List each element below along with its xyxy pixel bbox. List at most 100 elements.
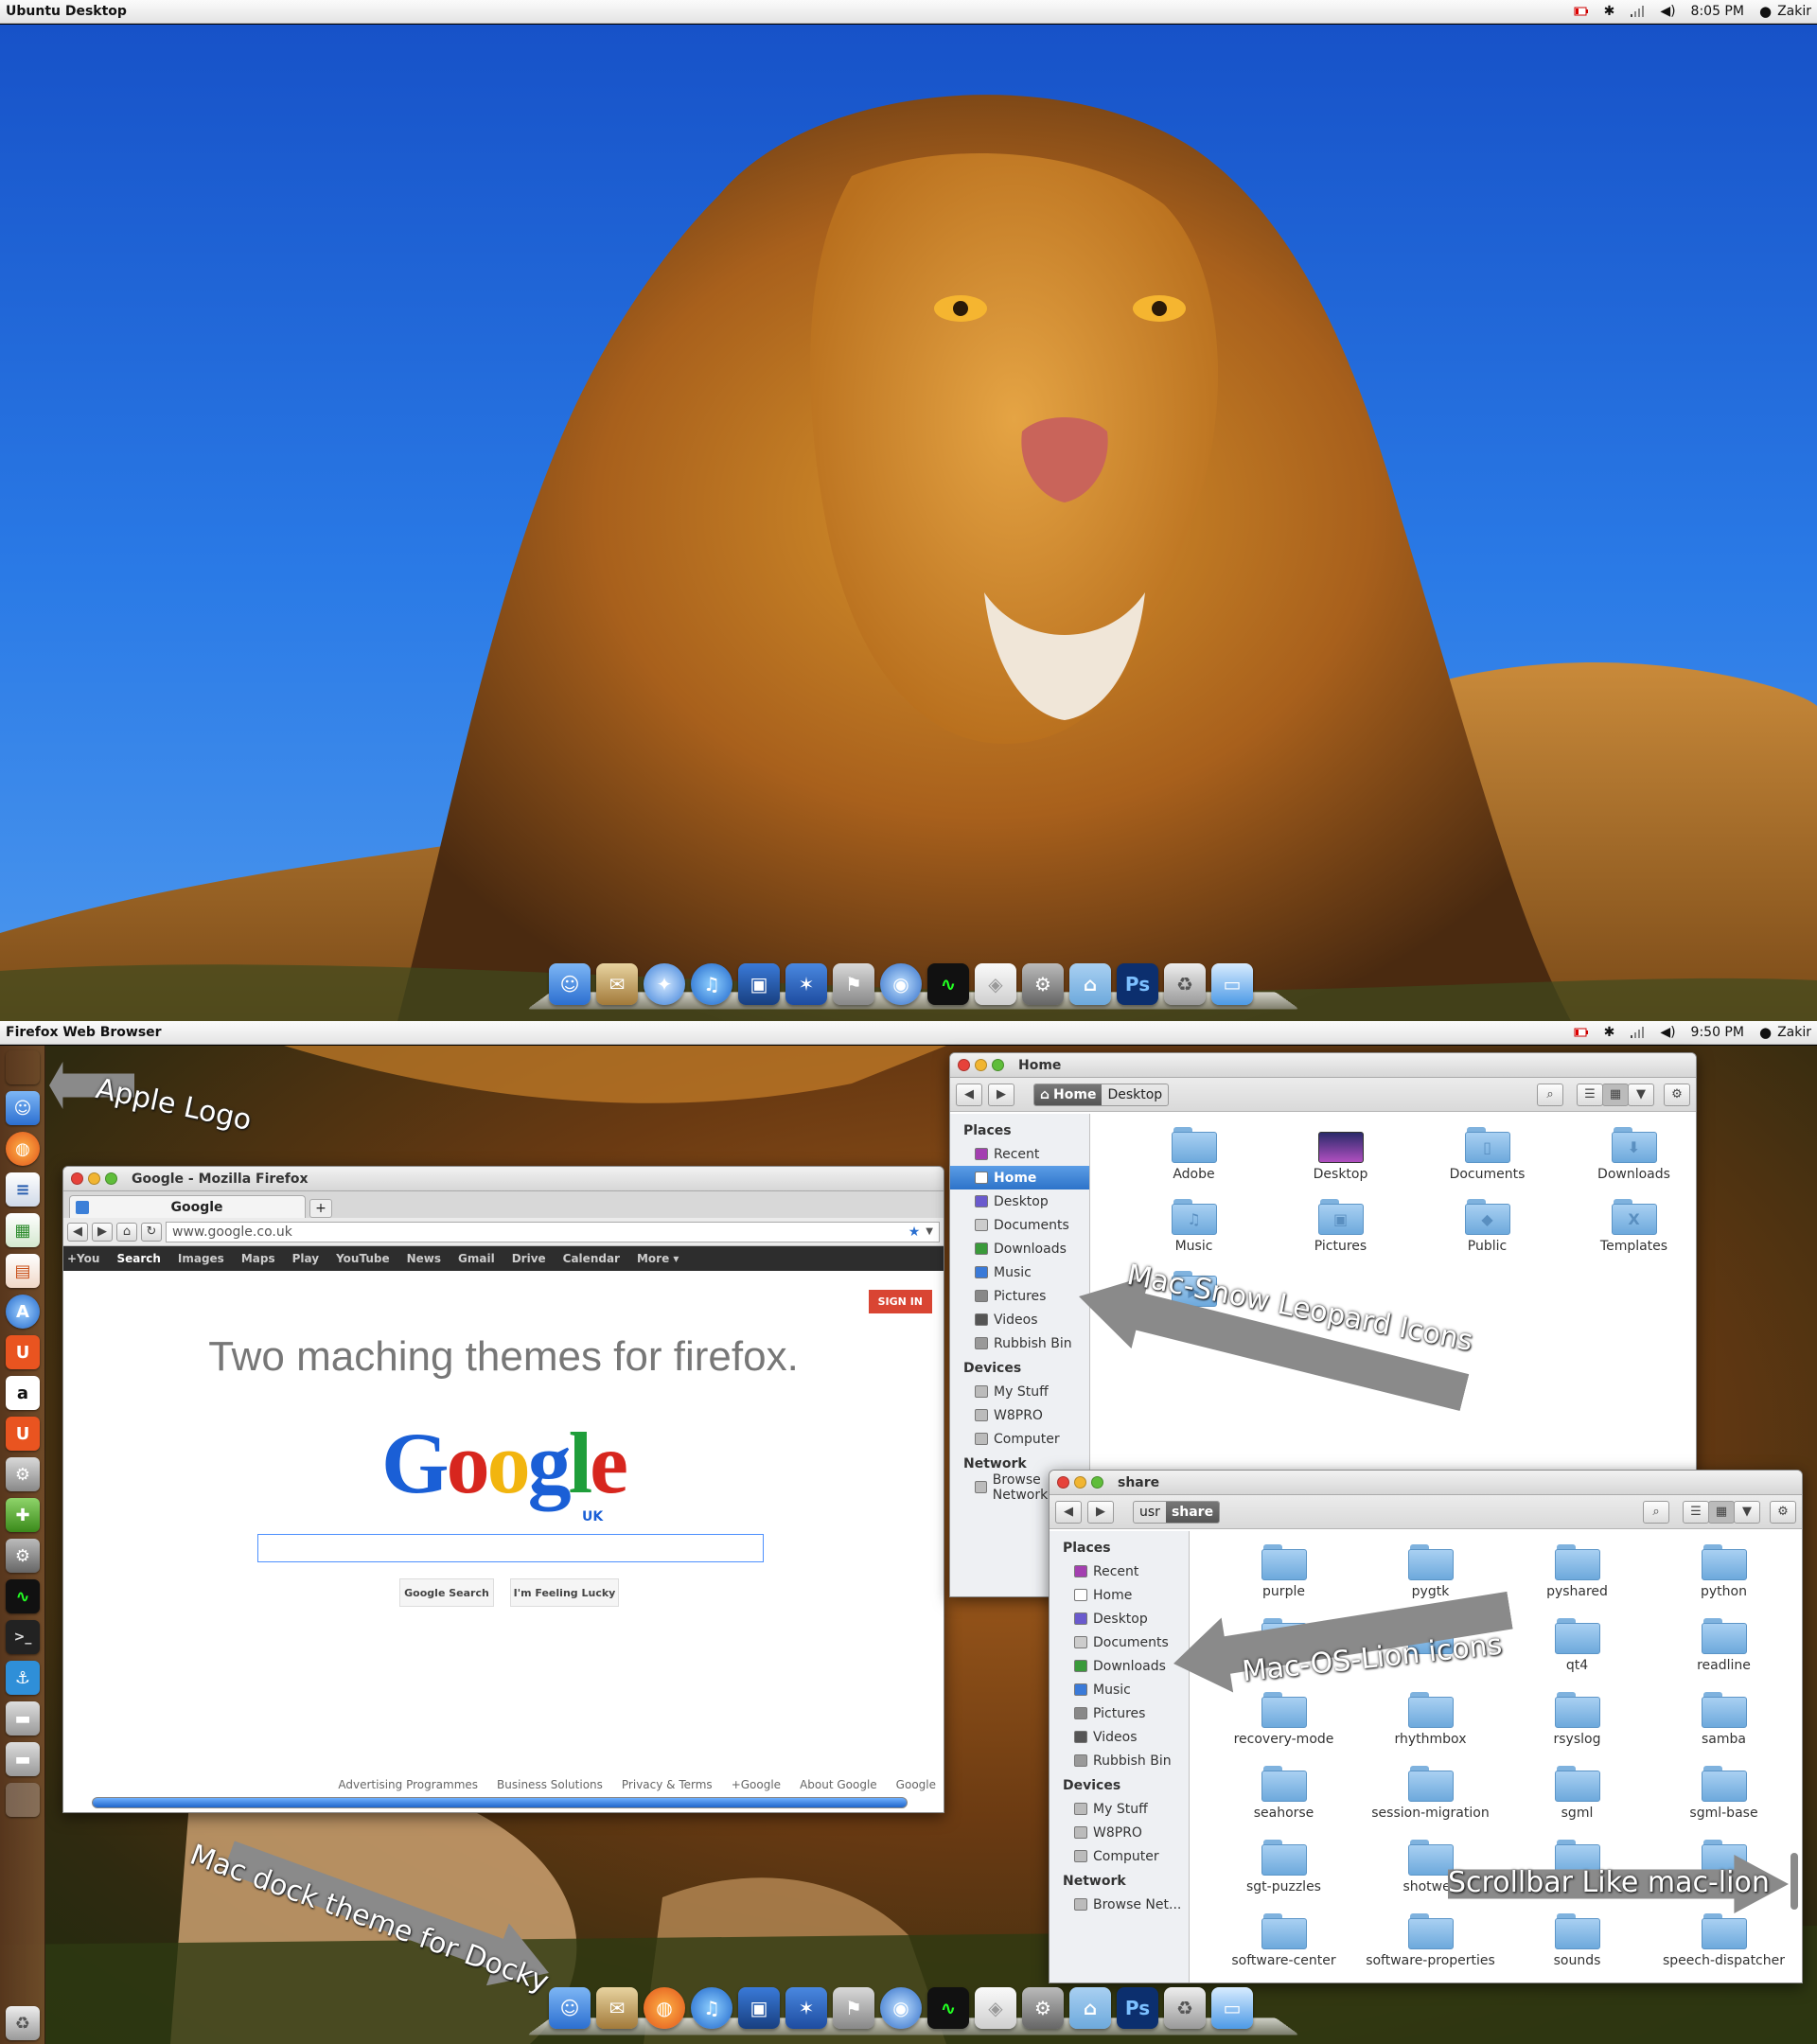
file-item[interactable]: sgt-puzzles	[1210, 1840, 1357, 1894]
activity-monitor-icon[interactable]: ∿	[927, 1987, 969, 2029]
file-item[interactable]: ▯ Documents	[1414, 1127, 1561, 1182]
forward-button[interactable]: ▶	[988, 1083, 1014, 1106]
finder-launcher-icon[interactable]: ☺	[6, 1091, 40, 1125]
sidebar-item[interactable]: Music	[950, 1260, 1089, 1284]
settings-launcher-icon[interactable]: ⚙	[6, 1457, 40, 1491]
chat-icon[interactable]: ◉	[880, 1987, 922, 2029]
footer-link[interactable]: Advertising Programmes	[338, 1778, 478, 1791]
file-item[interactable]: ⬇ Downloads	[1561, 1127, 1696, 1182]
sidebar-item[interactable]: Recent	[1050, 1559, 1189, 1583]
horizontal-scrollbar[interactable]	[92, 1797, 908, 1808]
sidebar-item[interactable]: W8PRO	[950, 1403, 1089, 1427]
workspace-launcher-icon[interactable]	[6, 1783, 40, 1817]
file-item[interactable]: sgml	[1504, 1766, 1650, 1821]
reload-button[interactable]: ↻	[141, 1222, 162, 1242]
file-item[interactable]: recovery-mode	[1210, 1692, 1357, 1747]
sidebar-item[interactable]: My Stuff	[1050, 1797, 1189, 1821]
bookmark-star-icon[interactable]: ★	[908, 1225, 921, 1240]
itunes-icon[interactable]: ♫	[691, 963, 732, 1005]
close-button[interactable]	[1057, 1476, 1069, 1489]
firefox-launcher-icon[interactable]: ◍	[6, 1132, 40, 1166]
panel-clock[interactable]: 8:05 PM	[1691, 4, 1744, 19]
icon-view-button[interactable]: ▦	[1708, 1500, 1735, 1524]
sidebar-item[interactable]: Downloads	[1050, 1654, 1189, 1678]
preview-icon[interactable]: ⚑	[833, 963, 874, 1005]
sidebar-item[interactable]: Downloads	[950, 1237, 1089, 1260]
file-item[interactable]: pygtk	[1357, 1544, 1504, 1599]
google-nav-link[interactable]: Images	[178, 1252, 224, 1265]
amazon-launcher-icon[interactable]: a	[6, 1376, 40, 1410]
maximize-button[interactable]	[105, 1172, 117, 1185]
icon-view-button[interactable]: ▦	[1602, 1083, 1629, 1106]
sidebar-item[interactable]: Videos	[950, 1308, 1089, 1331]
imovie-icon[interactable]: ✶	[785, 1987, 827, 2029]
apple-menu-icon[interactable]: ●	[1759, 1024, 1772, 1041]
sidebar-item[interactable]: Documents	[950, 1213, 1089, 1237]
sidebar-item[interactable]: Documents	[1050, 1630, 1189, 1654]
list-view-button[interactable]: ☰	[1577, 1083, 1603, 1106]
gear-button[interactable]: ⚙	[1770, 1500, 1796, 1524]
file-item[interactable]: ▣ Pictures	[1267, 1199, 1414, 1254]
sidebar-item[interactable]: Home	[1050, 1583, 1189, 1607]
file-item[interactable]: speech-dispatcher	[1650, 1913, 1797, 1968]
bluetooth-icon[interactable]: ✱	[1604, 4, 1615, 19]
stack-icon[interactable]: ▭	[1211, 1987, 1253, 2029]
trash-launcher-icon[interactable]: ♻	[6, 2006, 40, 2040]
battery-icon[interactable]	[1574, 1028, 1589, 1037]
mail-icon[interactable]: ✉	[596, 963, 638, 1005]
file-item[interactable]: rhythmbox	[1357, 1692, 1504, 1747]
google-nav-link[interactable]: News	[407, 1252, 441, 1265]
sidebar-item[interactable]: Computer	[1050, 1844, 1189, 1868]
back-button[interactable]: ◀	[1055, 1500, 1082, 1524]
sidebar-item[interactable]: Rubbish Bin	[950, 1331, 1089, 1355]
calc-launcher-icon[interactable]: ▦	[6, 1213, 40, 1247]
volume-icon[interactable]: ◀)	[1660, 1025, 1675, 1040]
writer-launcher-icon[interactable]: ≡	[6, 1172, 40, 1207]
footer-link[interactable]: Business Solutions	[497, 1778, 603, 1791]
file-item[interactable]: seahorse	[1210, 1766, 1357, 1821]
close-button[interactable]	[958, 1059, 970, 1071]
app-store-launcher-icon[interactable]: A	[6, 1295, 40, 1329]
panel-clock-bottom[interactable]: 9:50 PM	[1691, 1025, 1744, 1040]
imovie-icon[interactable]: ✶	[785, 963, 827, 1005]
photos-icon[interactable]: ▣	[738, 963, 780, 1005]
crumb-desktop[interactable]: Desktop	[1102, 1084, 1168, 1105]
file-item[interactable]: samba	[1650, 1692, 1797, 1747]
google-nav-link[interactable]: Search	[116, 1252, 160, 1265]
activity-monitor-icon[interactable]: ∿	[927, 963, 969, 1005]
file-item[interactable]: software-properties	[1357, 1913, 1504, 1968]
google-nav-link[interactable]: Play	[292, 1252, 319, 1265]
file-item[interactable]: ◆ Public	[1414, 1199, 1561, 1254]
crumb-share[interactable]: share	[1165, 1501, 1220, 1523]
forward-button[interactable]: ▶	[1087, 1500, 1114, 1524]
trash-icon[interactable]: ♻	[1164, 1987, 1206, 2029]
footer-link[interactable]: Privacy & Terms	[622, 1778, 713, 1791]
ubuntu-one-music-launcher-icon[interactable]: U	[6, 1417, 40, 1451]
finder-icon[interactable]: ☺	[549, 1987, 591, 2029]
volume-icon[interactable]: ◀)	[1660, 4, 1675, 19]
google-nav-link[interactable]: YouTube	[336, 1252, 390, 1265]
footer-link[interactable]: Google	[896, 1778, 936, 1791]
google-nav-link[interactable]: Maps	[241, 1252, 275, 1265]
url-dropdown-icon[interactable]: ▼	[926, 1226, 933, 1237]
mail-icon[interactable]: ✉	[596, 1987, 638, 2029]
maximize-button[interactable]	[1091, 1476, 1103, 1489]
panel-user-bottom[interactable]: Zakir	[1777, 1025, 1811, 1040]
sidebar-item[interactable]: Desktop	[1050, 1607, 1189, 1630]
panel-user[interactable]: Zakir	[1777, 4, 1811, 19]
sidebar-item[interactable]: Music	[1050, 1678, 1189, 1701]
network-icon[interactable]	[1630, 6, 1645, 17]
close-button[interactable]	[71, 1172, 83, 1185]
terminal-launcher-icon[interactable]: >_	[6, 1620, 40, 1654]
software-launcher-icon[interactable]: ✚	[6, 1498, 40, 1532]
file-item[interactable]: rsyslog	[1504, 1692, 1650, 1747]
back-button[interactable]: ◀	[67, 1222, 88, 1242]
minimize-button[interactable]	[1074, 1476, 1086, 1489]
trash-icon[interactable]: ♻	[1164, 963, 1206, 1005]
google-nav-link[interactable]: Gmail	[458, 1252, 495, 1265]
sidebar-item[interactable]: Desktop	[950, 1189, 1089, 1213]
minimize-button[interactable]	[975, 1059, 987, 1071]
battery-icon[interactable]	[1574, 7, 1589, 16]
feeling-lucky-button[interactable]: I'm Feeling Lucky	[510, 1578, 619, 1607]
apple-logo-icon[interactable]	[6, 1050, 40, 1084]
